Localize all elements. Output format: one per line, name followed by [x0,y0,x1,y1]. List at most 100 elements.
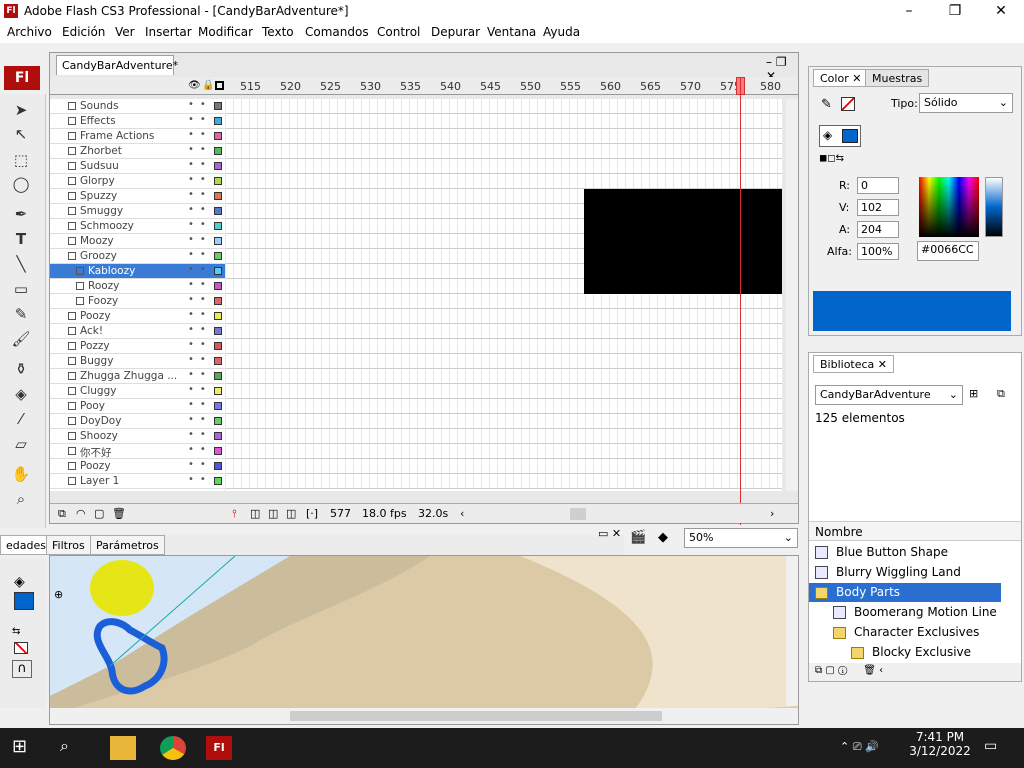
layer-visibility-dots[interactable]: •• [188,249,212,260]
fill-selector[interactable]: ◈ [819,125,861,147]
layer-visibility-dots[interactable]: •• [188,459,212,470]
no-color-icon[interactable] [14,642,28,654]
layer-visibility-dots[interactable]: •• [188,444,212,455]
stroke-color-swatch[interactable] [841,97,855,111]
color-spectrum[interactable] [919,177,979,237]
text-tool-icon[interactable]: T [10,229,32,249]
layer-outline-color[interactable] [214,372,222,380]
clock[interactable]: 7:41 PM 3/12/2022 [900,730,980,758]
file-explorer-icon[interactable] [110,736,136,760]
selection-tool-icon[interactable]: ➤ [10,100,32,120]
layer-visibility-dots[interactable]: •• [188,384,212,395]
stage-vscroll[interactable] [786,556,798,706]
swap-colors-icon[interactable]: ⇆ [12,626,20,637]
frame-row[interactable] [226,444,782,459]
frame-row[interactable] [226,99,782,114]
layer-outline-color[interactable] [214,462,222,470]
snap-magnet-icon[interactable]: ∩ [12,660,32,678]
timeline-vscroll[interactable] [786,99,798,491]
frame-grid[interactable] [226,99,782,491]
layer-visibility-dots[interactable]: •• [188,129,212,140]
search-icon[interactable]: ⌕ [60,736,86,760]
frame-row[interactable] [226,414,782,429]
default-colors-icon[interactable]: ◼◻⇆ [819,153,844,164]
layer-visibility-dots[interactable]: •• [188,294,212,305]
library-doc-select[interactable]: CandyBarAdventure ⌄ [815,385,963,405]
frame-row[interactable] [226,309,782,324]
frame-row[interactable] [226,354,782,369]
center-frame-icon[interactable]: ⫯ [232,507,237,521]
layer-row[interactable]: Groozy •• [50,249,225,264]
frame-row[interactable] [226,219,782,234]
layer-row[interactable]: Frame Actions •• [50,129,225,144]
layer-outline-color[interactable] [214,312,222,320]
ink-bottle-tool-icon[interactable]: ⚱ [10,359,32,379]
library-item[interactable]: Blurry Wiggling Land [809,563,1001,582]
library-item[interactable]: Blue Button Shape [809,543,1001,562]
layer-outline-color[interactable] [214,147,222,155]
scroll-right-icon[interactable]: › [770,507,774,520]
layer-visibility-dots[interactable]: •• [188,369,212,380]
layer-outline-color[interactable] [214,282,222,290]
edit-symbol-icon[interactable]: ◆ [658,530,668,545]
layer-outline-color[interactable] [214,327,222,335]
rectangle-tool-icon[interactable]: ▭ [10,279,32,299]
frame-row[interactable] [226,189,782,204]
start-icon[interactable]: ⊞ [12,736,38,760]
layer-outline-color[interactable] [214,237,222,245]
fill-color-swatch[interactable] [14,592,34,610]
zoom-select[interactable]: 50% ⌄ [684,528,798,548]
frame-row[interactable] [226,279,782,294]
frame-row[interactable] [226,204,782,219]
frame-row[interactable] [226,429,782,444]
layer-visibility-dots[interactable]: •• [188,399,212,410]
library-item[interactable]: Body Parts [809,583,1001,602]
layer-outline-color[interactable] [214,162,222,170]
stage-canvas[interactable]: ⊕ [49,555,799,725]
layer-visibility-dots[interactable]: •• [188,354,212,365]
frame-row[interactable] [226,264,782,279]
lock-icon[interactable]: 🔒 [202,80,214,91]
layer-outline-color[interactable] [214,117,222,125]
layer-outline-color[interactable] [214,177,222,185]
layer-visibility-dots[interactable]: •• [188,204,212,215]
frame-row[interactable] [226,174,782,189]
onion-outlines-icon[interactable]: ◫ [268,507,278,520]
menu-control[interactable]: Control [377,25,420,39]
layer-outline-color[interactable] [214,192,222,200]
frame-row[interactable] [226,234,782,249]
document-tab[interactable]: CandyBarAdventure* [56,55,178,75]
edit-multiple-frames-icon[interactable]: ◫ [286,507,296,520]
panel-controls[interactable]: ▭ ✕ [598,527,621,540]
frame-row[interactable] [226,384,782,399]
layer-row[interactable]: DoyDoy •• [50,414,225,429]
minimize-button[interactable]: – [886,0,932,23]
layer-visibility-dots[interactable]: •• [188,219,212,230]
layer-outline-color[interactable] [214,477,222,485]
tab-parametros[interactable]: Parámetros [90,535,165,555]
layer-row[interactable]: Poozy •• [50,309,225,324]
frame-row[interactable] [226,474,782,489]
layer-row[interactable]: Zhorbet •• [50,144,225,159]
layer-row[interactable]: Smuggy •• [50,204,225,219]
paint-bucket-tool-icon[interactable]: ◈ [10,384,32,404]
layer-visibility-dots[interactable]: •• [188,429,212,440]
r-input[interactable]: 0 [857,177,899,194]
alpha-input[interactable]: 100% [857,243,899,260]
library-column-name[interactable]: Nombre [809,521,1021,541]
frame-row[interactable] [226,129,782,144]
lasso-tool-icon[interactable]: ◯ [10,174,32,194]
layer-outline-color[interactable] [214,432,222,440]
layer-outline-color[interactable] [214,252,222,260]
stage-hscroll-thumb[interactable] [290,711,662,721]
layer-visibility-dots[interactable]: •• [188,234,212,245]
layer-row[interactable]: Layer 1 •• [50,474,225,489]
menu-depurar[interactable]: Depurar [431,25,480,39]
b-input[interactable]: 204 [857,221,899,238]
layer-row[interactable]: Foozy •• [50,294,225,309]
line-tool-icon[interactable]: ╲ [10,254,32,274]
layer-visibility-dots[interactable]: •• [188,144,212,155]
layer-row[interactable]: Sounds •• [50,99,225,114]
free-transform-tool-icon[interactable]: ⬚ [10,150,32,170]
frame-row[interactable] [226,459,782,474]
